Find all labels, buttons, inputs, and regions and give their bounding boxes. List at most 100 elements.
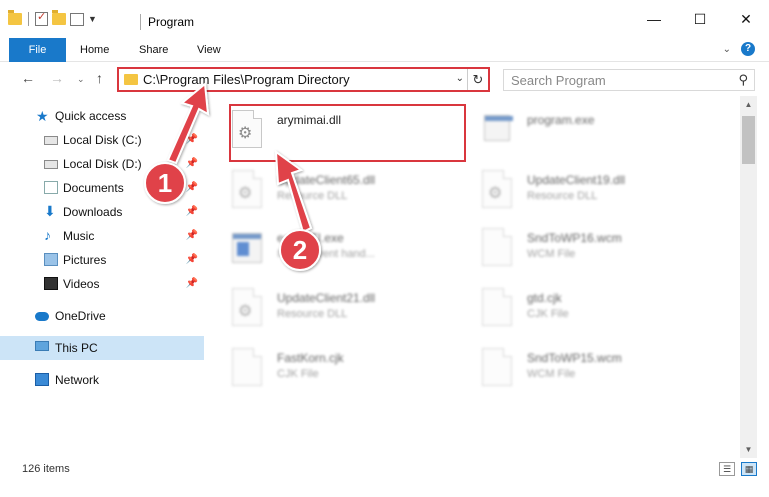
file-name: UpdateClient65.dll [277, 173, 376, 187]
file-type: Resource DLL [277, 308, 348, 320]
sidebar-item-downloads[interactable]: ⬇ Downloads 📌 [0, 200, 204, 224]
sidebar-item-label: Downloads [63, 205, 123, 219]
file-explorer-window: ▼ Program — ☐ ✕ File Home Share View ⌄ ?… [0, 0, 769, 497]
download-icon: ⬇ [44, 203, 56, 219]
sidebar-item-network[interactable]: Network [0, 368, 204, 392]
minimize-button[interactable]: — [631, 0, 677, 38]
close-button[interactable]: ✕ [723, 0, 769, 38]
customize-toolbar-caret-icon[interactable]: ▼ [88, 14, 97, 24]
file-type: Resource DLL [527, 190, 598, 202]
sidebar-item-quick-access[interactable]: ★ Quick access [0, 104, 204, 128]
forward-arrow-icon[interactable]: → [50, 70, 64, 86]
properties-icon[interactable] [70, 12, 84, 26]
computer-icon [35, 341, 49, 351]
details-view-icon[interactable]: ☰ [719, 462, 735, 476]
search-input[interactable]: Search Program ⚲ [503, 69, 755, 91]
file-item[interactable]: ⚙ UpdateClient65.dll Resource DLL [204, 162, 444, 216]
sidebar-item-label: Pictures [63, 253, 107, 267]
dll-file-icon: ⚙ [482, 170, 516, 210]
search-icon[interactable]: ⚲ [738, 72, 748, 88]
file-item[interactable]: gtd.cjk CJK File [454, 280, 694, 334]
quick-access-toolbar: ▼ [8, 10, 97, 26]
exe-file-icon [482, 110, 516, 150]
up-arrow-icon[interactable]: ↑ [96, 70, 103, 86]
sidebar-item-documents[interactable]: Documents 📌 [0, 176, 204, 200]
large-icons-view-icon[interactable]: ▦ [741, 462, 757, 476]
sidebar-item-label: Music [63, 229, 95, 243]
scroll-thumb[interactable] [742, 116, 755, 164]
sidebar-item-label: Videos [63, 277, 100, 291]
tab-file[interactable]: File [9, 38, 66, 62]
properties-check-icon[interactable] [35, 10, 48, 26]
sidebar-item-music[interactable]: ♪ Music 📌 [0, 224, 204, 248]
file-name: UpdateClient21.dll [277, 291, 376, 305]
sidebar-item-label: OneDrive [55, 309, 106, 323]
sidebar-item-pictures[interactable]: Pictures 📌 [0, 248, 204, 272]
sidebar-item-this-pc[interactable]: This PC [0, 336, 204, 360]
new-folder-icon[interactable] [52, 10, 66, 25]
file-item[interactable]: SndToWP16.wcm WCM File [454, 220, 694, 274]
generic-file-icon [482, 348, 516, 388]
gear-icon: ⚙ [238, 303, 253, 320]
scroll-up-icon[interactable]: ▲ [740, 96, 757, 113]
generic-file-icon [482, 228, 516, 268]
pin-icon[interactable]: 📌 [186, 272, 198, 296]
expand-ribbon-icon[interactable]: ⌄ [723, 44, 731, 55]
drive-icon [44, 160, 58, 169]
file-item[interactable]: FastKorn.cjk CJK File [204, 340, 444, 394]
file-item[interactable]: ⚙ UpdateClient21.dll Resource DLL [204, 280, 444, 334]
folder-icon [8, 10, 22, 25]
file-name: UpdateClient19.dll [527, 173, 626, 187]
cloud-icon [35, 312, 49, 321]
file-name: gtd.cjk [527, 291, 562, 305]
scroll-down-icon[interactable]: ▼ [740, 441, 757, 458]
pin-icon[interactable]: 📌 [186, 176, 198, 200]
file-type: Resource DLL [277, 190, 348, 202]
refresh-icon[interactable]: ↻ [467, 69, 488, 90]
file-highlight-box [229, 104, 466, 162]
file-item-program-exe[interactable]: program.exe [454, 102, 694, 156]
sidebar-item-videos[interactable]: Videos 📌 [0, 272, 204, 296]
gear-icon: ⚙ [238, 185, 253, 202]
tab-home[interactable]: Home [80, 38, 109, 62]
sidebar-item-label: Local Disk (D:) [63, 157, 142, 171]
sidebar-item-onedrive[interactable]: OneDrive [0, 304, 204, 328]
file-name: program.exe [527, 113, 595, 127]
file-item[interactable]: easySTI.exe Import event hand... [204, 220, 444, 274]
file-name: easySTI.exe [277, 231, 344, 245]
gear-icon: ⚙ [488, 185, 503, 202]
maximize-button[interactable]: ☐ [677, 0, 723, 38]
pin-icon[interactable]: 📌 [186, 248, 198, 272]
address-dropdown-icon[interactable]: ⌄ [456, 73, 464, 84]
dll-file-icon: ⚙ [232, 288, 266, 328]
address-path[interactable]: C:\Program Files\Program Directory [143, 72, 350, 87]
folder-icon [124, 74, 138, 85]
vertical-scrollbar[interactable]: ▲ ▼ [740, 96, 757, 458]
back-arrow-icon[interactable]: ← [21, 70, 35, 86]
pin-icon[interactable]: 📌 [186, 152, 198, 176]
file-item[interactable]: ⚙ UpdateClient19.dll Resource DLL [454, 162, 694, 216]
view-toggle: ☰ ▦ [719, 462, 757, 476]
sidebar-item-local-disk-c[interactable]: Local Disk (C:) 📌 [0, 128, 204, 152]
pin-icon[interactable]: 📌 [186, 128, 198, 152]
file-name: SndToWP15.wcm [527, 351, 622, 365]
sidebar-item-label: Quick access [55, 109, 127, 123]
pictures-icon [44, 253, 58, 266]
file-item[interactable]: SndToWP15.wcm WCM File [454, 340, 694, 394]
pin-icon[interactable]: 📌 [186, 200, 198, 224]
tab-view[interactable]: View [197, 38, 221, 62]
tab-share[interactable]: Share [139, 38, 168, 62]
address-bar[interactable]: C:\Program Files\Program Directory ⌄ ↻ [117, 67, 490, 92]
toolbar-divider [28, 12, 29, 26]
ribbon-right-controls: ⌄ ? [723, 42, 755, 56]
sidebar-item-label: This PC [55, 341, 98, 355]
address-row: ← → ⌄ ↑ C:\Program Files\Program Directo… [0, 62, 769, 96]
recent-locations-icon[interactable]: ⌄ [77, 74, 85, 85]
item-count: 126 items [22, 463, 70, 475]
pin-icon[interactable]: 📌 [186, 224, 198, 248]
sidebar-item-local-disk-d[interactable]: Local Disk (D:) 📌 [0, 152, 204, 176]
generic-file-icon [232, 348, 266, 388]
dll-file-icon: ⚙ [232, 170, 266, 210]
help-icon[interactable]: ? [741, 42, 755, 56]
exe-file-icon [232, 228, 266, 268]
